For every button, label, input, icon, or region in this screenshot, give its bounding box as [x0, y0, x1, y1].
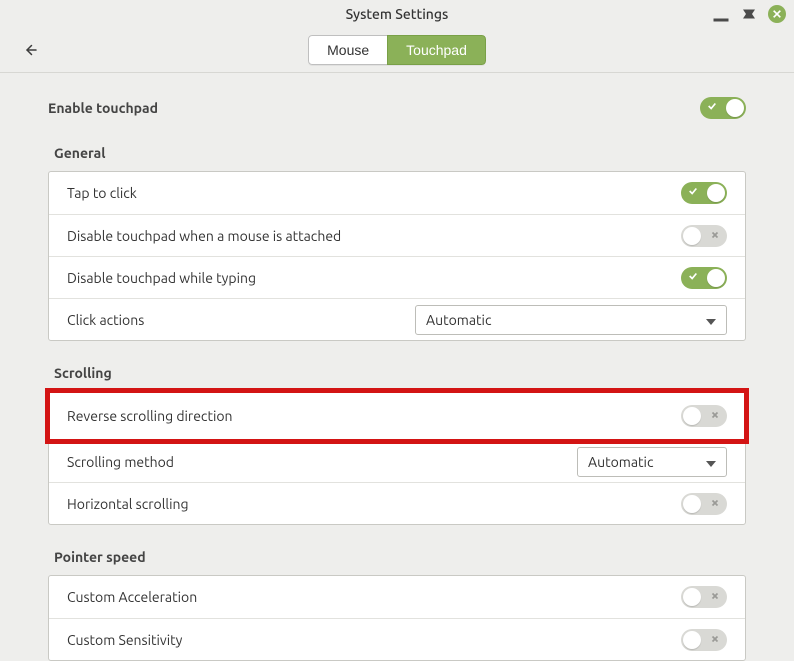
window-controls — [712, 0, 786, 28]
custom-acceleration-toggle[interactable] — [681, 586, 727, 608]
section-title-scrolling: Scrolling — [54, 365, 746, 381]
check-icon — [688, 186, 698, 196]
x-icon — [710, 230, 720, 240]
group-scrolling: Reverse scrolling direction Scrolling me… — [48, 391, 746, 525]
disable-mouse-label: Disable touchpad when a mouse is attache… — [67, 228, 341, 244]
tab-switcher: Mouse Touchpad — [308, 35, 486, 65]
content-area: Enable touchpad General Tap to click Dis… — [0, 73, 794, 661]
disable-mouse-toggle[interactable] — [681, 225, 727, 247]
window-title: System Settings — [346, 6, 449, 22]
tap-to-click-toggle[interactable] — [681, 182, 727, 204]
row-reverse-scrolling: Reverse scrolling direction — [49, 392, 745, 440]
reverse-scrolling-label: Reverse scrolling direction — [67, 408, 233, 424]
custom-sensitivity-toggle[interactable] — [681, 629, 727, 651]
group-pointer: Custom Acceleration Custom Sensitivity — [48, 575, 746, 661]
chevron-down-icon — [706, 454, 716, 470]
section-title-pointer: Pointer speed — [54, 549, 746, 565]
check-icon — [707, 101, 717, 111]
tap-to-click-label: Tap to click — [67, 185, 137, 201]
section-title-general: General — [54, 145, 746, 161]
tab-touchpad[interactable]: Touchpad — [387, 35, 486, 65]
row-click-actions: Click actions Automatic — [49, 298, 745, 340]
row-disable-mouse: Disable touchpad when a mouse is attache… — [49, 214, 745, 256]
tab-mouse[interactable]: Mouse — [308, 35, 388, 65]
enable-touchpad-label: Enable touchpad — [48, 100, 158, 116]
back-button[interactable] — [16, 36, 44, 64]
enable-touchpad-row: Enable touchpad — [48, 97, 746, 119]
click-actions-label: Click actions — [67, 312, 144, 328]
row-scrolling-method: Scrolling method Automatic — [49, 440, 745, 482]
x-icon — [710, 591, 720, 601]
custom-sensitivity-label: Custom Sensitivity — [67, 632, 182, 648]
click-actions-value: Automatic — [426, 312, 491, 328]
scrolling-method-value: Automatic — [588, 454, 653, 470]
row-horizontal-scrolling: Horizontal scrolling — [49, 482, 745, 524]
scrolling-method-label: Scrolling method — [67, 454, 174, 470]
horizontal-scrolling-toggle[interactable] — [681, 493, 727, 515]
x-icon — [710, 634, 720, 644]
horizontal-scrolling-label: Horizontal scrolling — [67, 496, 189, 512]
enable-touchpad-toggle[interactable] — [700, 97, 746, 119]
reverse-scrolling-toggle[interactable] — [681, 405, 727, 427]
chevron-down-icon — [706, 312, 716, 328]
minimize-button[interactable] — [712, 5, 730, 23]
header-bar: Mouse Touchpad — [0, 28, 794, 72]
row-disable-typing: Disable touchpad while typing — [49, 256, 745, 298]
maximize-button[interactable] — [740, 5, 758, 23]
click-actions-dropdown[interactable]: Automatic — [415, 305, 727, 335]
x-icon — [710, 410, 720, 420]
x-icon — [710, 498, 720, 508]
row-custom-sensitivity: Custom Sensitivity — [49, 618, 745, 660]
scrolling-method-dropdown[interactable]: Automatic — [577, 447, 727, 477]
disable-typing-label: Disable touchpad while typing — [67, 270, 256, 286]
disable-typing-toggle[interactable] — [681, 267, 727, 289]
close-button[interactable] — [768, 5, 786, 23]
custom-acceleration-label: Custom Acceleration — [67, 589, 197, 605]
group-general: Tap to click Disable touchpad when a mou… — [48, 171, 746, 341]
row-tap-to-click: Tap to click — [49, 172, 745, 214]
check-icon — [688, 271, 698, 281]
row-custom-acceleration: Custom Acceleration — [49, 576, 745, 618]
titlebar: System Settings — [0, 0, 794, 28]
